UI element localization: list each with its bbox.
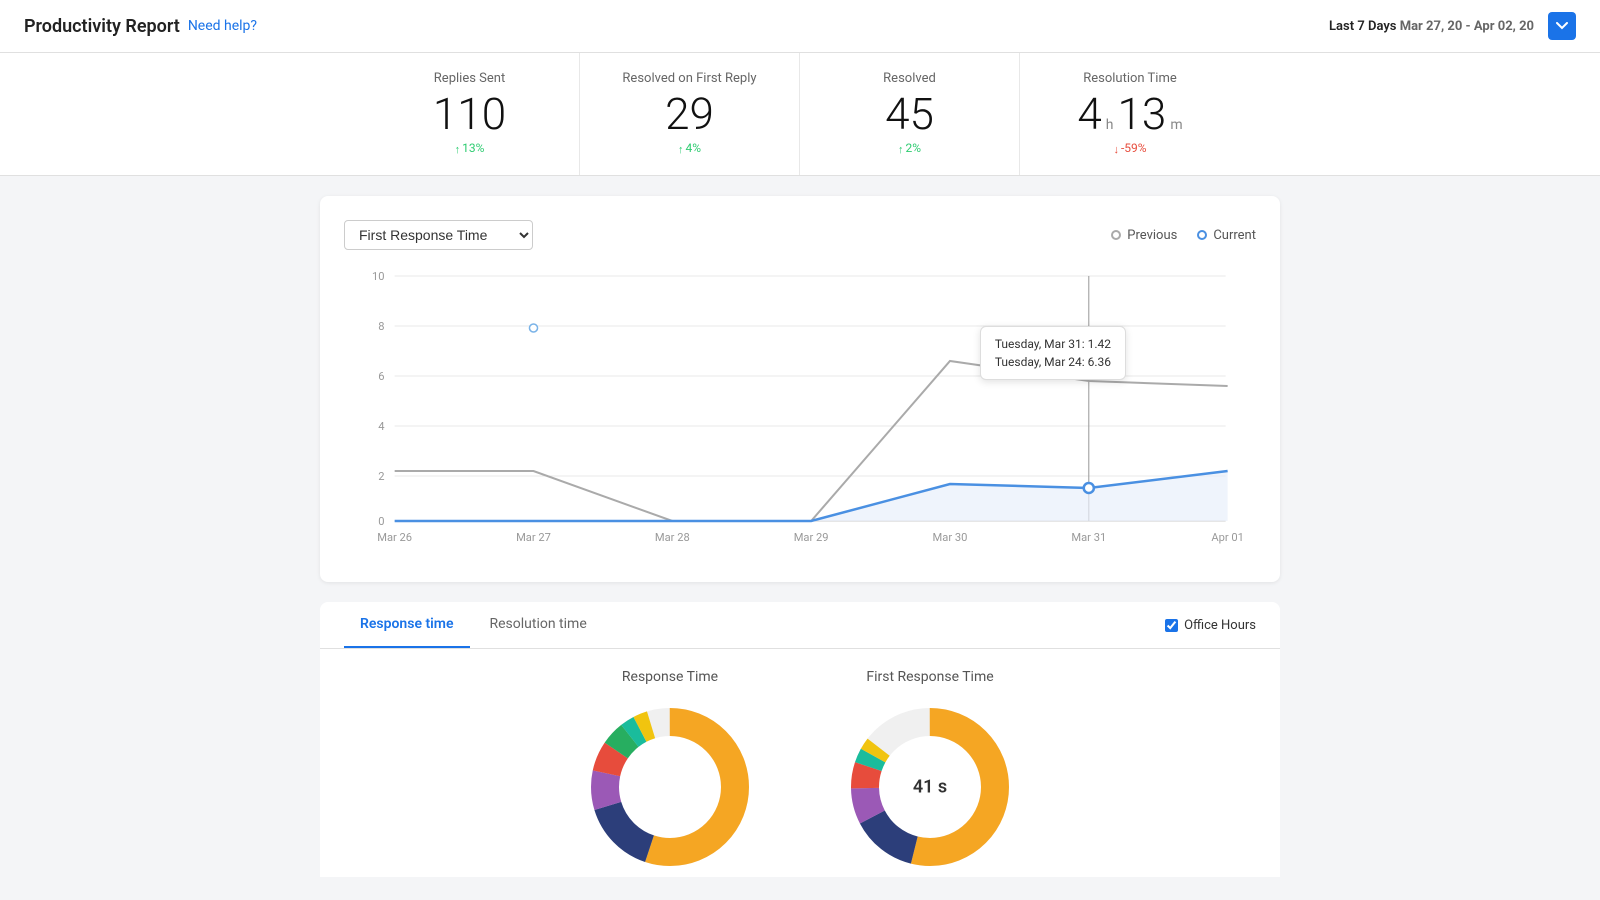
chart-metric-select[interactable]: First Response Time Resolution Time Repl…	[344, 220, 533, 250]
legend-curr-dot	[1197, 230, 1207, 240]
tabs-left: Response time Resolution time	[344, 602, 607, 648]
stat-value: 45	[885, 92, 934, 136]
office-hours-toggle[interactable]: Office Hours	[1165, 618, 1256, 633]
svg-text:0: 0	[378, 515, 384, 528]
chart-area: 10 8 6 4 2 0 Mar 26 Mar 27 Mar 28 Mar 29…	[344, 266, 1256, 566]
stat-label: Resolved on First Reply	[604, 71, 775, 86]
stat-label: Resolution Time	[1044, 71, 1216, 86]
legend-current: Current	[1197, 228, 1256, 243]
stat-change: 13%	[384, 138, 555, 157]
tabs-row: Response time Resolution time Office Hou…	[320, 602, 1280, 649]
office-hours-label: Office Hours	[1184, 618, 1256, 633]
donut-title: Response Time	[580, 669, 760, 685]
chevron-down-icon	[1556, 22, 1568, 30]
date-range-dropdown-button[interactable]	[1548, 12, 1576, 40]
svg-text:Mar 31: Mar 31	[1071, 531, 1106, 544]
legend-previous: Previous	[1111, 228, 1177, 243]
stat-label: Replies Sent	[384, 71, 555, 86]
help-link[interactable]: Need help?	[188, 18, 257, 34]
stat-value2: 13	[1118, 92, 1167, 136]
legend-prev-dot	[1111, 230, 1121, 240]
donut-title: First Response Time	[840, 669, 1020, 685]
stat-value: 29	[665, 92, 714, 136]
legend-curr-label: Current	[1213, 228, 1256, 243]
stats-row: Replies Sent 110 13% Resolved on First R…	[0, 53, 1600, 176]
svg-text:2: 2	[378, 470, 384, 483]
donut-chart-response	[580, 697, 760, 877]
stat-value: 110	[433, 92, 506, 136]
donut-first-response-time: First Response Time 41 s	[840, 669, 1020, 877]
bottom-section: Response time Resolution time Office Hou…	[320, 602, 1280, 877]
stat-value: 4	[1077, 92, 1101, 136]
arrow-up-icon	[678, 138, 684, 157]
tab-resolution-time[interactable]: Resolution time	[474, 602, 603, 648]
svg-text:Mar 26: Mar 26	[377, 531, 412, 544]
previous-data-point	[529, 324, 537, 332]
stat-replies-sent: Replies Sent 110 13%	[360, 53, 580, 175]
stat-resolution-time: Resolution Time 4 h 13 m -59%	[1020, 53, 1240, 175]
donut-response-time: Response Time	[580, 669, 760, 877]
svg-text:Mar 29: Mar 29	[794, 531, 829, 544]
stat-change: -59%	[1044, 138, 1216, 157]
date-prefix: Last 7 Days Mar 27, 20 - Apr 02, 20	[1329, 19, 1534, 34]
current-line-hover-dot	[1084, 483, 1094, 493]
stat-unit-h: h	[1106, 117, 1114, 133]
chart-svg: 10 8 6 4 2 0 Mar 26 Mar 27 Mar 28 Mar 29…	[344, 266, 1256, 566]
arrow-up-icon	[898, 138, 904, 157]
arrow-down-icon	[1113, 138, 1119, 157]
stat-change: 2%	[824, 138, 995, 157]
chart-legend: Previous Current	[1111, 228, 1256, 243]
svg-text:Mar 30: Mar 30	[933, 531, 968, 544]
svg-text:Apr 01: Apr 01	[1211, 531, 1244, 544]
donuts-row: Response Time	[320, 649, 1280, 877]
page-header: Productivity Report Need help? Last 7 Da…	[0, 0, 1600, 53]
page-title: Productivity Report	[24, 16, 180, 37]
stat-resolved: Resolved 45 2%	[800, 53, 1020, 175]
svg-text:Mar 28: Mar 28	[655, 531, 690, 544]
stat-resolved-first-reply: Resolved on First Reply 29 4%	[580, 53, 800, 175]
svg-text:10: 10	[372, 270, 385, 283]
svg-text:4: 4	[378, 420, 384, 433]
donut-center-value: 41 s	[913, 777, 947, 798]
donut-chart-first-response: 41 s	[840, 697, 1020, 877]
office-hours-checkbox[interactable]	[1165, 619, 1178, 632]
stat-unit-m: m	[1170, 117, 1182, 133]
stat-label: Resolved	[824, 71, 995, 86]
arrow-up-icon	[455, 138, 461, 157]
chart-header: First Response Time Resolution Time Repl…	[344, 220, 1256, 250]
svg-text:6: 6	[378, 370, 384, 383]
svg-text:Mar 27: Mar 27	[516, 531, 551, 544]
legend-prev-label: Previous	[1127, 228, 1177, 243]
svg-text:8: 8	[378, 320, 384, 333]
stat-change: 4%	[604, 138, 775, 157]
tab-response-time[interactable]: Response time	[344, 602, 470, 648]
chart-section: First Response Time Resolution Time Repl…	[320, 196, 1280, 582]
